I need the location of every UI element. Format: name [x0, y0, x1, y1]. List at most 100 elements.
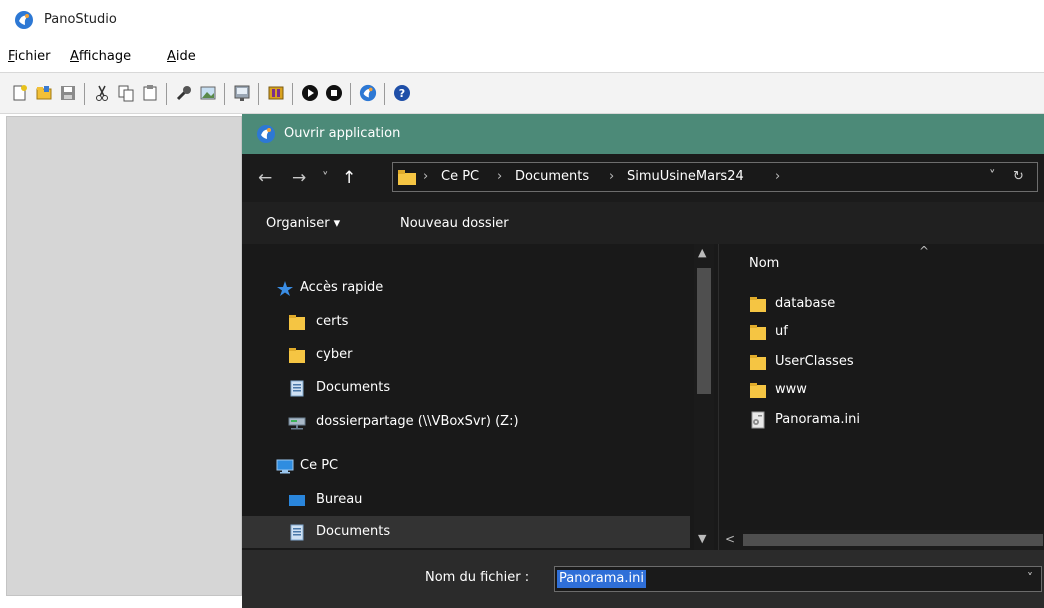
menu-affichage[interactable]: Affichage: [70, 49, 131, 64]
help-icon[interactable]: ?: [392, 83, 412, 103]
copy-icon[interactable]: [116, 83, 136, 103]
folder-icon: [750, 355, 766, 370]
address-bar[interactable]: › Ce PC › Documents › SimuUsineMars24 › …: [392, 162, 1038, 192]
cut-icon[interactable]: [92, 83, 112, 103]
toolbar: ?: [0, 72, 1044, 114]
nav-item-label: Accès rapide: [300, 280, 384, 295]
new-file-icon[interactable]: [10, 83, 30, 103]
command-bar: Organiser ▾ Nouveau dossier: [242, 202, 1044, 244]
nav-item-certs[interactable]: certs: [242, 306, 690, 338]
stop-icon[interactable]: [324, 83, 344, 103]
navigation-bar: ← → ˅ ↑ › Ce PC › Documents › SimuUsineM…: [242, 154, 1044, 202]
toolbar-separator: [292, 83, 293, 105]
app-workspace: [6, 116, 242, 596]
panostudio-logo-icon: [15, 11, 33, 29]
tools-icon[interactable]: [174, 83, 194, 103]
scroll-down-icon[interactable]: ▼: [698, 532, 706, 545]
nav-item-documents-selected[interactable]: Documents: [242, 516, 690, 548]
toolbar-separator: [258, 83, 259, 105]
star-icon: [277, 281, 293, 296]
film-icon[interactable]: [266, 83, 286, 103]
refresh-icon[interactable]: ↻: [1013, 169, 1024, 184]
breadcrumb-ce-pc[interactable]: Ce PC: [441, 169, 479, 184]
nav-item-dossierpartage[interactable]: dossierpartage (\\VBoxSvr) (Z:): [242, 406, 690, 438]
nav-item-label: cyber: [316, 347, 353, 362]
nav-item-acces-rapide[interactable]: Accès rapide: [242, 272, 690, 304]
computer-icon: [276, 459, 294, 474]
nav-item-label: Ce PC: [300, 458, 339, 473]
file-list-horizontal-scrollbar[interactable]: <: [719, 530, 1044, 550]
folder-icon: [750, 297, 766, 312]
recent-locations-icon[interactable]: ˅: [322, 171, 329, 186]
folder-icon: [750, 325, 766, 340]
nav-item-cyber[interactable]: cyber: [242, 339, 690, 371]
back-arrow-icon[interactable]: ←: [258, 168, 272, 188]
network-drive-icon: [288, 417, 306, 430]
file-name: uf: [775, 324, 788, 339]
navigation-pane: Accès rapide certs cyber Documents dossi…: [242, 244, 718, 550]
save-icon[interactable]: [58, 83, 78, 103]
dialog-title: Ouvrir application: [284, 126, 401, 141]
filename-label: Nom du fichier :: [425, 570, 530, 585]
breadcrumb-separator: ›: [423, 169, 429, 184]
toolbar-separator: [384, 83, 385, 105]
nav-pane-scrollbar[interactable]: ▲ ▼: [694, 244, 714, 550]
panostudio-app-icon[interactable]: [358, 83, 378, 103]
documents-icon: [290, 380, 304, 397]
ini-file-icon: [751, 411, 765, 429]
up-arrow-icon[interactable]: ↑: [342, 168, 356, 188]
app-title: PanoStudio: [44, 12, 117, 27]
scroll-left-icon[interactable]: <: [725, 532, 735, 546]
new-folder-button[interactable]: Nouveau dossier: [400, 216, 509, 231]
filename-dropdown-icon[interactable]: ˅: [1027, 571, 1033, 585]
file-row-userclasses[interactable]: UserClasses: [749, 350, 1039, 376]
scroll-up-icon[interactable]: ▲: [698, 246, 706, 259]
documents-icon: [290, 524, 304, 541]
panel-icon[interactable]: [232, 83, 252, 103]
svg-text:?: ?: [399, 87, 405, 100]
app-title-bar: PanoStudio: [0, 0, 1044, 44]
organize-button[interactable]: Organiser ▾: [266, 216, 340, 231]
image-icon[interactable]: [198, 83, 218, 103]
forward-arrow-icon[interactable]: →: [292, 168, 306, 188]
dialog-title-bar: Ouvrir application: [242, 114, 1044, 154]
paste-icon[interactable]: [140, 83, 160, 103]
file-name: UserClasses: [775, 354, 854, 369]
file-name: Panorama.ini: [775, 412, 860, 427]
file-row-www[interactable]: www: [749, 378, 1039, 404]
file-list-pane: ^ Nom database uf UserClasses www Panora…: [718, 244, 1044, 550]
scrollbar-thumb[interactable]: [743, 534, 1043, 546]
dialog-footer: Nom du fichier : Panorama.ini ˅: [242, 550, 1044, 608]
nav-item-documents[interactable]: Documents: [242, 372, 690, 404]
folder-icon: [750, 383, 766, 398]
workspace-bottom-strip: [0, 598, 242, 608]
breadcrumb-documents[interactable]: Documents: [515, 169, 589, 184]
filename-input[interactable]: Panorama.ini ˅: [554, 566, 1042, 592]
nav-item-label: Documents: [316, 524, 391, 539]
filename-value[interactable]: Panorama.ini: [557, 570, 646, 588]
desktop-icon: [289, 495, 305, 506]
column-header-name[interactable]: Nom: [749, 256, 779, 271]
file-row-panorama-ini[interactable]: Panorama.ini: [749, 408, 1039, 434]
nav-item-label: dossierpartage (\\VBoxSvr) (Z:): [316, 414, 519, 429]
scrollbar-thumb[interactable]: [697, 268, 711, 394]
nav-item-ce-pc[interactable]: Ce PC: [242, 450, 690, 482]
menu-bar: Fichier Affichage Aide: [0, 44, 1044, 70]
folder-icon: [398, 170, 416, 185]
file-row-database[interactable]: database: [749, 292, 1039, 318]
nav-item-bureau[interactable]: Bureau: [242, 484, 690, 516]
play-icon[interactable]: [300, 83, 320, 103]
menu-fichier[interactable]: Fichier: [8, 49, 51, 64]
folder-icon: [289, 348, 305, 363]
address-dropdown-icon[interactable]: ˅: [989, 169, 996, 184]
open-dialog: Ouvrir application ← → ˅ ↑ › Ce PC › Doc…: [242, 114, 1044, 608]
breadcrumb-separator: ›: [497, 169, 503, 184]
breadcrumb-simuusinemars24[interactable]: SimuUsineMars24: [627, 169, 744, 184]
file-row-uf[interactable]: uf: [749, 320, 1039, 346]
breadcrumb-separator: ›: [609, 169, 615, 184]
menu-aide[interactable]: Aide: [167, 49, 196, 64]
file-name: www: [775, 382, 807, 397]
open-folder-icon[interactable]: [34, 83, 54, 103]
panostudio-logo-icon: [257, 125, 275, 143]
breadcrumb-separator: ›: [775, 169, 781, 184]
